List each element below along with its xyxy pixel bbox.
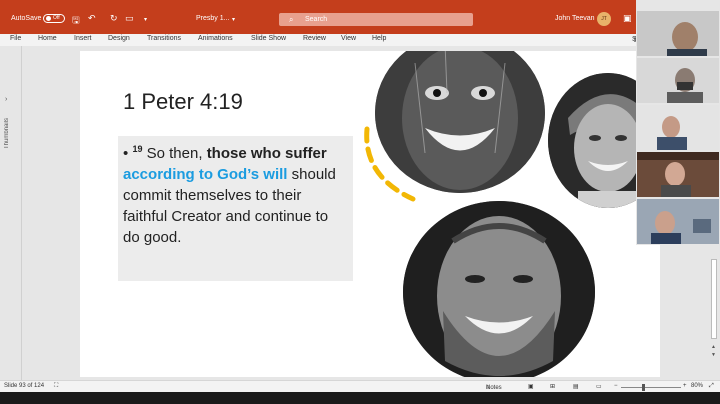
- slide[interactable]: 1 Peter 4:19 • 19 So then, those who suf…: [80, 51, 660, 377]
- zoom-in-icon[interactable]: +: [683, 383, 687, 389]
- reading-view-icon[interactable]: ▤: [573, 383, 579, 390]
- undo-icon[interactable]: ↶: [88, 13, 96, 24]
- present-icon[interactable]: ▭: [125, 13, 134, 24]
- participant-video-5[interactable]: [637, 199, 719, 244]
- tab-home[interactable]: Home: [38, 35, 57, 42]
- photo-bearded-man[interactable]: [403, 201, 595, 377]
- status-bar: Slide 93 of 124 ⛶ ≡ Notes ▣ ⊞ ▤ ▭ − + 80…: [0, 380, 720, 392]
- ribbon-tabs: File Home Insert Design Transitions Anim…: [0, 34, 641, 46]
- search-placeholder: Search: [305, 16, 328, 23]
- tab-insert[interactable]: Insert: [74, 35, 92, 42]
- tab-transitions[interactable]: Transitions: [147, 35, 181, 42]
- zoom-level[interactable]: 80%: [691, 383, 703, 389]
- bullet: •: [123, 145, 129, 162]
- tab-animations[interactable]: Animations: [198, 35, 233, 42]
- chevron-down-icon[interactable]: ▾: [232, 16, 235, 23]
- save-icon[interactable]: 🖫: [72, 13, 80, 29]
- search-box[interactable]: ⌕ Search: [279, 13, 473, 26]
- user-name[interactable]: John Teevan: [555, 15, 595, 22]
- tab-help[interactable]: Help: [372, 35, 386, 42]
- participant-video-3[interactable]: [637, 105, 719, 150]
- slide-title[interactable]: 1 Peter 4:19: [123, 89, 243, 115]
- participant-video-2[interactable]: [637, 58, 719, 103]
- participant-video-4[interactable]: [637, 152, 719, 197]
- notes-label: Notes: [486, 385, 502, 391]
- zoom-slider-thumb[interactable]: [642, 384, 645, 391]
- accessibility-icon[interactable]: ⛶: [54, 383, 58, 390]
- slide-canvas[interactable]: 1 Peter 4:19 • 19 So then, those who suf…: [22, 46, 660, 380]
- tab-review[interactable]: Review: [303, 35, 326, 42]
- tab-file[interactable]: File: [10, 35, 21, 42]
- ribbon-display-icon[interactable]: ▣: [623, 13, 632, 24]
- verse-text-bold: those who suffer: [206, 145, 327, 162]
- next-slide-icon[interactable]: ▼: [711, 352, 716, 358]
- document-title[interactable]: Presby 1...: [196, 15, 229, 22]
- normal-view-icon[interactable]: ▣: [528, 383, 534, 390]
- thumbnails-label: Thumbnails: [4, 118, 10, 150]
- bottom-strip: [0, 392, 720, 404]
- avatar[interactable]: JT: [597, 12, 611, 26]
- search-icon: ⌕: [289, 15, 294, 24]
- slide-sorter-icon[interactable]: ⊞: [550, 383, 555, 390]
- vertical-scrollbar[interactable]: ▲ ▼: [708, 244, 720, 380]
- zoom-out-icon[interactable]: −: [614, 383, 618, 389]
- slideshow-view-icon[interactable]: ▭: [596, 383, 602, 390]
- autosave-toggle[interactable]: Off: [43, 14, 65, 23]
- zoom-slider[interactable]: [621, 387, 681, 388]
- tab-slide-show[interactable]: Slide Show: [251, 35, 286, 42]
- tab-design[interactable]: Design: [108, 35, 130, 42]
- scrollbar-thumb[interactable]: [711, 259, 717, 339]
- verse-number: 19: [132, 144, 143, 154]
- customize-icon[interactable]: ▾: [144, 16, 147, 23]
- video-call-strip: [636, 11, 720, 245]
- verse-text-accent: according to God’s will: [123, 166, 288, 183]
- slide-counter: Slide 93 of 124: [4, 383, 45, 389]
- verse-text-intro: So then,: [146, 145, 203, 162]
- title-bar: AutoSave Off 🖫 ↶ ↻ ▭ ▾ Presby 1... ▾ ⌕ S…: [0, 0, 636, 34]
- autosave-label: AutoSave: [11, 15, 42, 22]
- previous-slide-icon[interactable]: ▲: [711, 344, 716, 350]
- thumbnails-panel[interactable]: › Thumbnails: [0, 46, 22, 380]
- participant-video-1[interactable]: [637, 11, 719, 56]
- redo-icon[interactable]: ↻: [110, 13, 118, 24]
- fit-to-window-icon[interactable]: ⤢: [709, 383, 714, 390]
- expand-arrow-icon[interactable]: ›: [5, 96, 7, 103]
- tab-view[interactable]: View: [341, 35, 356, 42]
- slide-text-box[interactable]: • 19 So then, those who suffer according…: [118, 136, 353, 281]
